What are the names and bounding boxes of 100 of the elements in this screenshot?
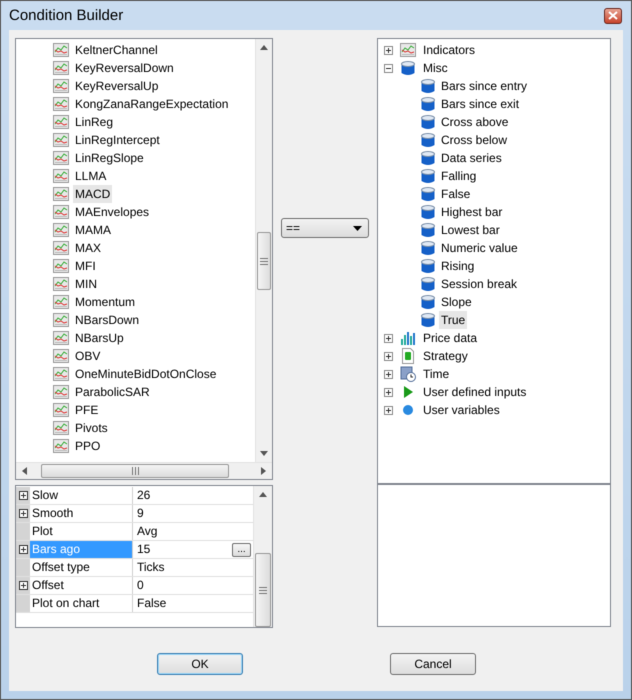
chart-icon	[53, 78, 69, 94]
list-item[interactable]: MAMA	[73, 221, 113, 239]
list-item[interactable]: KeltnerChannel	[73, 41, 160, 59]
chart-icon	[53, 384, 69, 400]
expand-icon[interactable]	[384, 406, 393, 414]
cylinder-icon	[420, 168, 436, 184]
tree-item[interactable]: Lowest bar	[439, 221, 502, 239]
expand-icon[interactable]	[384, 46, 393, 54]
expand-icon[interactable]	[18, 581, 28, 590]
list-item[interactable]: MFI	[73, 257, 98, 275]
property-value[interactable]: 26	[137, 487, 150, 504]
tree-item[interactable]: Cross below	[439, 131, 510, 149]
tree-item[interactable]: Bars since exit	[439, 95, 522, 113]
list-item[interactable]: OBV	[73, 347, 102, 365]
grip-icon	[132, 467, 138, 475]
horizontal-scrollbar[interactable]	[16, 462, 272, 479]
tree-item[interactable]: Strategy	[421, 347, 470, 365]
property-value[interactable]: Avg	[137, 523, 158, 540]
property-name[interactable]: Plot on chart	[30, 595, 133, 612]
property-name[interactable]: Offset type	[30, 559, 133, 576]
ellipsis-button[interactable]: ...	[232, 542, 251, 556]
property-value[interactable]: Ticks	[137, 559, 165, 576]
scroll-thumb[interactable]	[255, 553, 271, 627]
list-item[interactable]: Pivots	[73, 419, 110, 437]
property-name[interactable]: Smooth	[30, 505, 133, 522]
property-name[interactable]: Slow	[30, 487, 133, 504]
list-item[interactable]: NBarsDown	[73, 311, 142, 329]
list-item[interactable]: LinReg	[73, 113, 116, 131]
tree-item[interactable]: Rising	[439, 257, 476, 275]
cylinder-icon	[420, 78, 436, 94]
tree-item[interactable]: Price data	[421, 329, 480, 347]
tree-item[interactable]: Cross above	[439, 113, 510, 131]
right-arrow-icon[interactable]	[261, 467, 266, 475]
chart-icon	[53, 294, 69, 310]
cylinder-icon	[420, 150, 436, 166]
expand-icon[interactable]	[384, 388, 393, 396]
scroll-thumb[interactable]	[257, 232, 271, 290]
list-item[interactable]: MIN	[73, 275, 99, 293]
list-item[interactable]: ParabolicSAR	[73, 383, 152, 401]
list-item[interactable]: PPO	[73, 437, 102, 455]
tree-item[interactable]: Numeric value	[439, 239, 520, 257]
list-item[interactable]: Momentum	[73, 293, 138, 311]
tree-item[interactable]: False	[439, 185, 472, 203]
chart-icon	[53, 312, 69, 328]
property-value[interactable]: False	[137, 595, 166, 612]
scrollbar[interactable]	[255, 39, 272, 462]
up-arrow-icon[interactable]	[260, 45, 268, 50]
property-name[interactable]: Plot	[30, 523, 133, 540]
chart-icon	[53, 96, 69, 112]
collapse-icon[interactable]	[384, 64, 393, 72]
list-item[interactable]: LinRegIntercept	[73, 131, 162, 149]
expand-icon[interactable]	[384, 352, 393, 360]
list-item[interactable]: KongZanaRangeExpectation	[73, 95, 230, 113]
cylinder-icon	[420, 240, 436, 256]
list-item[interactable]: MAX	[73, 239, 104, 257]
expand-icon[interactable]	[384, 334, 393, 342]
tree-item[interactable]: Misc	[421, 59, 450, 77]
list-item[interactable]: LinRegSlope	[73, 149, 146, 167]
close-button[interactable]	[604, 8, 622, 24]
tree-item[interactable]: Highest bar	[439, 203, 504, 221]
list-item[interactable]: LLMA	[73, 167, 108, 185]
list-item[interactable]: MACD	[73, 185, 112, 203]
list-item[interactable]: MAEnvelopes	[73, 203, 152, 221]
down-arrow-icon[interactable]	[260, 451, 268, 456]
tree-item[interactable]: True	[439, 311, 468, 329]
property-value[interactable]: 15	[137, 541, 150, 558]
ok-button[interactable]: OK	[157, 653, 243, 675]
expand-icon[interactable]	[18, 509, 28, 518]
tree-item[interactable]: Falling	[439, 167, 478, 185]
list-item[interactable]: OneMinuteBidDotOnClose	[73, 365, 218, 383]
tree-item[interactable]: Session break	[439, 275, 520, 293]
left-arrow-icon[interactable]	[22, 467, 27, 475]
cylinder-icon	[420, 312, 436, 328]
tree-item[interactable]: Slope	[439, 293, 474, 311]
list-item[interactable]: KeyReversalDown	[73, 59, 176, 77]
up-arrow-icon[interactable]	[259, 492, 267, 497]
cancel-button[interactable]: Cancel	[390, 653, 476, 675]
list-item[interactable]: NBarsUp	[73, 329, 126, 347]
tree-item[interactable]: Bars since entry	[439, 77, 530, 95]
list-item[interactable]: PFE	[73, 401, 100, 419]
chart-icon	[53, 420, 69, 436]
cylinder-icon	[420, 276, 436, 292]
cylinder-icon	[400, 60, 416, 76]
tree-item[interactable]: Time	[421, 365, 452, 383]
expand-icon[interactable]	[18, 491, 28, 500]
tree-item[interactable]: User variables	[421, 401, 502, 419]
property-name[interactable]: Offset	[30, 577, 133, 594]
property-value[interactable]: 9	[137, 505, 144, 522]
list-item[interactable]: KeyReversalUp	[73, 77, 160, 95]
expand-icon[interactable]	[384, 370, 393, 378]
operator-dropdown[interactable]: ==	[281, 218, 369, 238]
chart-icon	[53, 258, 69, 274]
cylinder-icon	[420, 258, 436, 274]
property-value[interactable]: 0	[137, 577, 144, 594]
scroll-thumb[interactable]	[41, 464, 229, 478]
expand-icon[interactable]	[18, 545, 28, 554]
tree-item[interactable]: Indicators	[421, 41, 478, 59]
tree-item[interactable]: Data series	[439, 149, 504, 167]
scrollbar[interactable]	[253, 486, 272, 627]
tree-item[interactable]: User defined inputs	[421, 383, 528, 401]
